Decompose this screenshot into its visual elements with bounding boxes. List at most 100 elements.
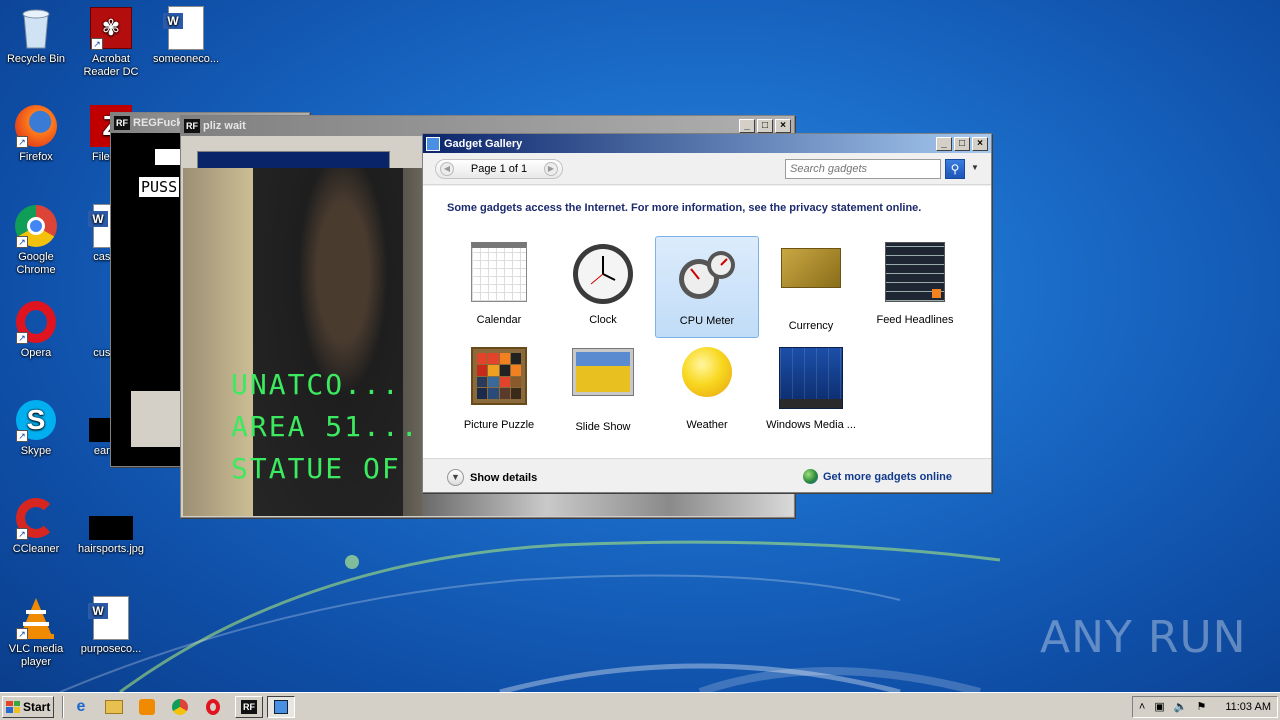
clock-icon: [571, 242, 635, 306]
system-tray: ˄ ▣ 🔈 ⚑ 11:03 AM: [1131, 695, 1278, 718]
video-line: UNATCO...: [231, 368, 401, 401]
desktop-icon-ccleaner[interactable]: ↗ CCleaner: [0, 496, 74, 556]
gadget-clock[interactable]: Clock: [551, 236, 655, 338]
clock[interactable]: 11:03 AM: [1225, 701, 1271, 713]
image-file-icon: [89, 496, 133, 540]
desktop-icon-hairsports[interactable]: hairsports.jpg: [73, 496, 149, 556]
slide-show-icon: [571, 348, 635, 413]
gadget-gallery-window[interactable]: Gadget Gallery _ □ × ◀ Page 1 of 1 ▶ ⚲ ▼…: [422, 133, 992, 493]
desktop-icon-label: Opera: [20, 347, 52, 359]
opera-icon: ↗: [14, 300, 58, 344]
get-more-gadgets-link[interactable]: Get more gadgets online: [803, 469, 952, 484]
desktop-icon-label: someoneco...: [152, 53, 220, 65]
windows-logo-icon: [6, 700, 20, 713]
desktop-icon-recycle-bin[interactable]: Recycle Bin: [0, 6, 74, 66]
gadget-cpu-meter[interactable]: CPU Meter: [655, 236, 759, 338]
network-icon[interactable]: ▣: [1154, 700, 1164, 713]
desktop-icon-someoneco[interactable]: W someoneco...: [148, 6, 224, 66]
taskbar-regfucker[interactable]: RF: [235, 695, 263, 718]
gadget-picture-puzzle[interactable]: Picture Puzzle: [447, 341, 551, 443]
gadget-list: Some gadgets access the Internet. For mo…: [423, 186, 991, 458]
close-button[interactable]: ×: [972, 136, 988, 151]
firefox-icon: ↗: [14, 104, 58, 148]
gadget-label: Currency: [788, 320, 834, 332]
video-line: STATUE OF: [231, 452, 401, 485]
gadget-feed-headlines[interactable]: Feed Headlines: [863, 236, 967, 338]
window-title: Gadget Gallery: [444, 137, 523, 150]
maximize-button[interactable]: □: [757, 119, 773, 133]
volume-icon[interactable]: 🔈: [1174, 700, 1188, 713]
desktop-icon-label: VLC media player: [8, 643, 64, 668]
gadget-calendar[interactable]: Calendar: [447, 236, 551, 338]
rf-app-icon: RF: [184, 119, 200, 133]
gadget-footer: ▼ Show details Get more gadgets online: [423, 458, 991, 492]
desktop-icon-opera[interactable]: ↗ Opera: [0, 300, 74, 360]
privacy-notice: Some gadgets access the Internet. For mo…: [447, 202, 922, 214]
ccleaner-icon: ↗: [14, 496, 58, 540]
acrobat-icon: ✾ ↗: [89, 6, 133, 50]
desktop-icon-label: Recycle Bin: [6, 53, 66, 65]
desktop-icon-label: Google Chrome: [16, 251, 56, 276]
regfucker-text: PUSS: [139, 177, 180, 197]
chrome-icon: ↗: [14, 204, 58, 248]
desktop-icon-skype[interactable]: S ↗ Skype: [0, 398, 74, 458]
shortcut-arrow-icon: ↗: [16, 528, 28, 540]
minimize-button[interactable]: _: [936, 136, 952, 151]
opera-taskbar-icon[interactable]: [202, 696, 224, 718]
video-line: AREA 51...: [231, 410, 420, 443]
action-center-flag-icon[interactable]: ⚑: [1196, 700, 1206, 713]
page-label: Page 1 of 1: [470, 163, 528, 175]
desktop-icon-label: purposeco...: [80, 643, 142, 655]
show-details-button[interactable]: ▼ Show details: [447, 469, 537, 486]
shortcut-arrow-icon: ↗: [16, 628, 28, 640]
windows-media-center-icon: [779, 347, 843, 411]
gadget-gallery-app-icon: [426, 136, 440, 151]
video-strip: [423, 492, 793, 516]
gadget-label: CPU Meter: [679, 315, 735, 327]
desktop-icon-label: Firefox: [19, 151, 53, 163]
close-button[interactable]: ×: [775, 119, 791, 133]
window-title: pliz wait: [203, 120, 246, 132]
gadget-weather[interactable]: Weather: [655, 341, 759, 443]
weather-icon: [675, 347, 739, 411]
feed-headlines-icon: [883, 242, 947, 306]
maximize-button[interactable]: □: [954, 136, 970, 151]
next-page-button[interactable]: ▶: [544, 162, 558, 176]
desktop-icon-chrome[interactable]: ↗ Google Chrome: [0, 204, 74, 277]
search-button[interactable]: ⚲: [945, 159, 965, 179]
video-frame: UNATCO... AREA 51... STATUE OF: [183, 168, 423, 516]
gadget-gallery-titlebar[interactable]: Gadget Gallery _ □ ×: [423, 134, 991, 153]
chrome-taskbar-icon[interactable]: [169, 696, 191, 718]
chevron-down-icon: ▼: [447, 469, 464, 486]
window-title: REGFuck: [133, 117, 183, 129]
media-player-icon[interactable]: [136, 696, 158, 718]
gadget-currency[interactable]: Currency: [759, 236, 863, 338]
cpu-meter-icon: [675, 243, 739, 307]
get-more-gadgets-label: Get more gadgets online: [823, 470, 952, 483]
gadget-slide-show[interactable]: Slide Show: [551, 341, 655, 443]
file-explorer-icon[interactable]: [103, 696, 125, 718]
start-button[interactable]: Start: [2, 695, 54, 718]
gadget-label: Weather: [686, 419, 728, 431]
previous-page-button[interactable]: ◀: [440, 162, 454, 176]
minimize-button[interactable]: _: [739, 119, 755, 133]
gadget-label: Feed Headlines: [876, 314, 954, 326]
recycle-bin-icon: [14, 6, 58, 50]
internet-explorer-icon[interactable]: e: [70, 696, 92, 718]
desktop-icon-acrobat[interactable]: ✾ ↗ Acrobat Reader DC: [73, 6, 149, 79]
show-hidden-icons-icon[interactable]: ˄: [1139, 701, 1145, 713]
desktop-icon-firefox[interactable]: ↗ Firefox: [0, 104, 74, 164]
globe-icon: [803, 469, 818, 484]
search-gadgets-input[interactable]: [785, 159, 941, 179]
gadget-windows-media-center[interactable]: Windows Media ...: [759, 341, 863, 443]
word-document-icon: W: [88, 596, 133, 640]
search-options-dropdown[interactable]: ▼: [971, 163, 979, 172]
taskbar-gadget-gallery[interactable]: [267, 695, 295, 718]
desktop-icon-label: Acrobat Reader DC: [83, 53, 139, 78]
gadget-label: Clock: [589, 314, 617, 326]
search-icon: ⚲: [950, 162, 960, 176]
desktop-icon-vlc[interactable]: ↗ VLC media player: [0, 596, 74, 669]
desktop-icon-purposeco[interactable]: W purposeco...: [73, 596, 149, 656]
gadget-toolbar: ◀ Page 1 of 1 ▶ ⚲ ▼: [423, 153, 991, 185]
taskbar-separator: [62, 695, 64, 718]
